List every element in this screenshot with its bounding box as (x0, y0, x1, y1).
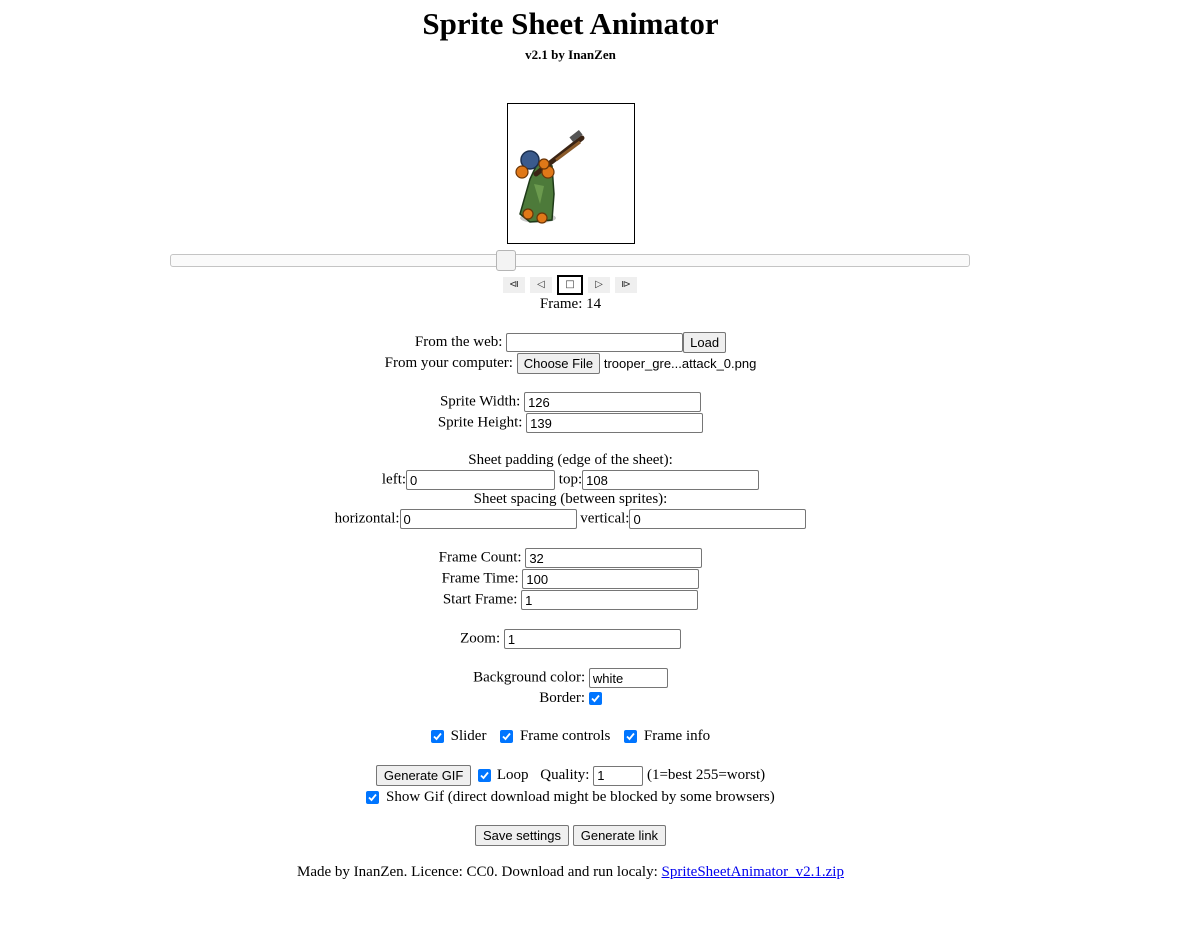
loop-label: Loop (496, 767, 529, 783)
generate-link-button[interactable]: Generate link (572, 825, 667, 846)
quality-label: Quality: (540, 767, 590, 783)
trooper-sprite-image (515, 129, 585, 224)
padding-top-input[interactable] (582, 470, 760, 490)
sprite-preview (507, 103, 635, 244)
border-label: Border: (539, 690, 586, 707)
background-color-label: Background color: (473, 669, 586, 686)
sprite-height-label: Sprite Height: (437, 414, 523, 431)
selected-file-name: trooper_gre...attack_0.png (603, 356, 757, 371)
sprite-width-label: Sprite Width: (439, 393, 521, 410)
checkmark-icon (480, 771, 489, 780)
zoom-label: Zoom: (460, 630, 501, 647)
frame-count-input[interactable] (525, 548, 703, 568)
show-gif-checkbox[interactable] (366, 791, 380, 805)
local-file-label: From your computer: (384, 355, 513, 371)
frame-time-input[interactable] (522, 569, 700, 589)
app-version: v2.1 by InanZen (525, 47, 616, 62)
frame-count-label: Frame Count: (438, 549, 522, 566)
frame-info-checkbox[interactable] (624, 730, 638, 744)
slider-checkbox[interactable] (430, 730, 444, 744)
padding-left-label: left: (381, 471, 407, 488)
padding-top-label: top: (558, 471, 583, 488)
start-frame-label: Start Frame: (442, 591, 518, 608)
spacing-horizontal-input[interactable] (399, 509, 577, 529)
padding-title: Sheet padding (edge of the sheet): (468, 452, 673, 468)
quality-hint: (1=best 255=worst) (646, 767, 766, 783)
footer: Made by InanZen. Licence: CC0. Download … (0, 864, 1141, 881)
checkmark-icon (433, 732, 442, 741)
start-frame-input[interactable] (521, 590, 699, 610)
checkmark-icon (502, 732, 511, 741)
spacing-vertical-label: vertical: (580, 510, 630, 527)
stop-button[interactable]: □ (557, 275, 583, 295)
generate-gif-button[interactable]: Generate GIF (375, 765, 472, 786)
sprite-width-input[interactable] (524, 392, 702, 412)
border-checkbox[interactable] (588, 692, 602, 706)
choose-file-button[interactable]: Choose File (516, 353, 601, 374)
loop-checkbox[interactable] (478, 769, 492, 782)
prev-frame-button[interactable]: ◁ (530, 277, 552, 293)
padding-left-input[interactable] (406, 470, 556, 490)
frame-controls-checkbox[interactable] (500, 730, 514, 744)
frame-slider-thumb[interactable] (496, 250, 516, 271)
frame-info-value: 14 (586, 296, 602, 312)
frame-time-label: Frame Time: (441, 570, 519, 587)
slider-toggle-label: Slider (450, 728, 487, 745)
last-frame-button[interactable]: ⧐ (615, 277, 637, 293)
frame-info-label: Frame: (539, 296, 587, 312)
first-frame-button[interactable]: ⧏ (503, 277, 525, 293)
zoom-input[interactable] (503, 629, 681, 649)
frame-info: Frame: 14 (0, 296, 1141, 313)
checkmark-icon (591, 694, 600, 703)
play-button[interactable]: ▷ (588, 277, 610, 293)
spacing-horizontal-label: horizontal: (334, 510, 400, 527)
footer-text: Made by InanZen. Licence: CC0. Download … (297, 864, 662, 880)
quality-input[interactable] (593, 765, 644, 786)
spacing-title: Sheet spacing (between sprites): (473, 491, 668, 507)
web-url-input[interactable] (506, 333, 684, 352)
frame-info-toggle-label: Frame info (643, 728, 711, 745)
frame-controls-toggle-label: Frame controls (519, 728, 611, 745)
frame-slider-track[interactable] (170, 254, 970, 267)
spacing-vertical-input[interactable] (629, 509, 807, 529)
app-title: Sprite Sheet Animator (422, 6, 719, 41)
save-settings-button[interactable]: Save settings (474, 825, 569, 846)
download-zip-link[interactable]: SpriteSheetAnimator_v2.1.zip (662, 864, 844, 880)
checkmark-icon (368, 793, 377, 802)
load-button[interactable]: Load (683, 332, 727, 353)
show-gif-label: Show Gif (direct download might be block… (386, 789, 775, 806)
sprite-height-input[interactable] (526, 413, 704, 433)
background-color-input[interactable] (588, 668, 668, 688)
web-url-label: From the web: (414, 334, 503, 350)
checkmark-icon (626, 732, 635, 741)
